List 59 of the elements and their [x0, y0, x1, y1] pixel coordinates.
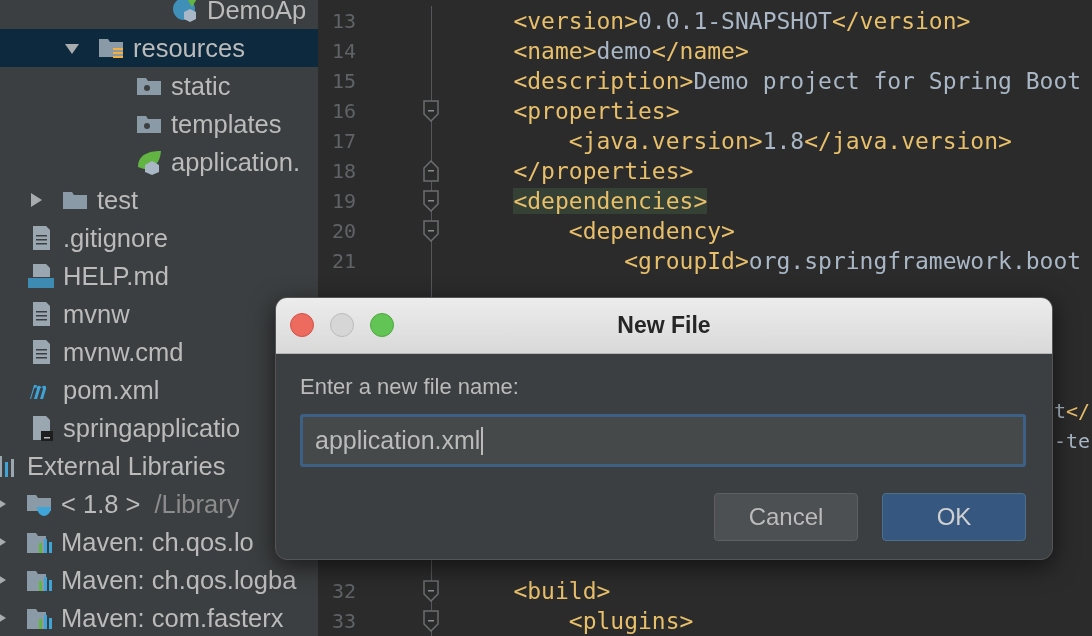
tree-item[interactable]: Maven: ch.qos.lo — [61, 527, 254, 557]
arrow-right-icon[interactable] — [28, 192, 44, 208]
tree-item[interactable]: External Libraries — [27, 451, 226, 481]
spring-class-icon — [172, 0, 198, 23]
fold-end-icon[interactable] — [423, 160, 439, 182]
fold-start-icon[interactable] — [423, 190, 439, 212]
tree-item[interactable]: Maven: ch.qos.logba — [61, 565, 297, 595]
fold-start-icon[interactable] — [423, 580, 439, 602]
prompt-label: Enter a new file name: — [300, 374, 519, 400]
tree-item[interactable]: DemoAp — [207, 0, 307, 25]
line-number: 20 — [331, 219, 356, 243]
selected-tree-row[interactable]: resources — [0, 29, 318, 67]
code-line: <version>0.0.1-SNAPSHOT</version> — [512, 8, 971, 34]
code-line: <build> — [512, 578, 611, 604]
tree-item[interactable]: springapplicatio — [63, 413, 241, 443]
line-number: 21 — [331, 249, 356, 273]
tree-item[interactable]: test — [97, 185, 139, 215]
file-name-field[interactable]: application.xml — [300, 414, 1026, 467]
code-line: <name>demo</name> — [512, 38, 749, 64]
dialog-title: New File — [617, 312, 711, 339]
code-line: <groupId>org.springframework.boot — [623, 248, 1082, 274]
line-number: 18 — [331, 159, 356, 183]
tree-item[interactable]: < 1.8 > — [61, 489, 141, 519]
markdown-file-icon — [28, 263, 54, 289]
tree-item[interactable]: Maven: com.fasterx — [61, 603, 284, 633]
line-number: 32 — [331, 579, 356, 603]
code-line: <java.version>1.8</java.version> — [567, 128, 1012, 154]
tree-item[interactable]: mvnw.cmd — [63, 337, 184, 367]
fold-start-icon[interactable] — [423, 610, 439, 632]
line-number: 17 — [331, 129, 356, 153]
tree-item[interactable]: pom.xml — [63, 375, 160, 405]
ok-button[interactable]: OK — [882, 493, 1026, 541]
tree-item[interactable]: HELP.md — [63, 261, 169, 291]
line-number: 14 — [331, 39, 356, 63]
code-line: <properties> — [512, 98, 680, 124]
code-line: t</ — [1054, 399, 1091, 423]
cancel-button[interactable]: Cancel — [714, 493, 858, 541]
fold-start-icon[interactable] — [423, 220, 439, 242]
code-line: <plugins> — [567, 608, 694, 634]
line-number: 16 — [331, 99, 356, 123]
code-line: <description>Demo project for Spring Boot — [512, 68, 1082, 94]
code-line: </properties> — [512, 158, 694, 184]
leaf-icon — [136, 149, 162, 175]
line-number: 33 — [331, 609, 356, 633]
tree-item[interactable]: static — [171, 71, 231, 101]
tree-item[interactable]: .gitignore — [63, 223, 168, 253]
tree-item[interactable]: application. — [171, 147, 300, 177]
code-line: <dependency> — [567, 218, 735, 244]
tree-item-path: /Library — [154, 489, 240, 519]
tree-item[interactable]: mvnw — [63, 299, 130, 329]
close-button[interactable] — [290, 313, 314, 337]
code-line: -te — [1054, 429, 1091, 453]
tree-item[interactable]: templates — [171, 109, 282, 139]
fold-start-icon[interactable] — [423, 100, 439, 122]
line-number: 19 — [331, 189, 356, 213]
line-number: 15 — [331, 69, 356, 93]
line-number: 13 — [331, 9, 356, 33]
zoom-button[interactable] — [370, 313, 394, 337]
tree-item[interactable]: resources — [133, 33, 245, 63]
